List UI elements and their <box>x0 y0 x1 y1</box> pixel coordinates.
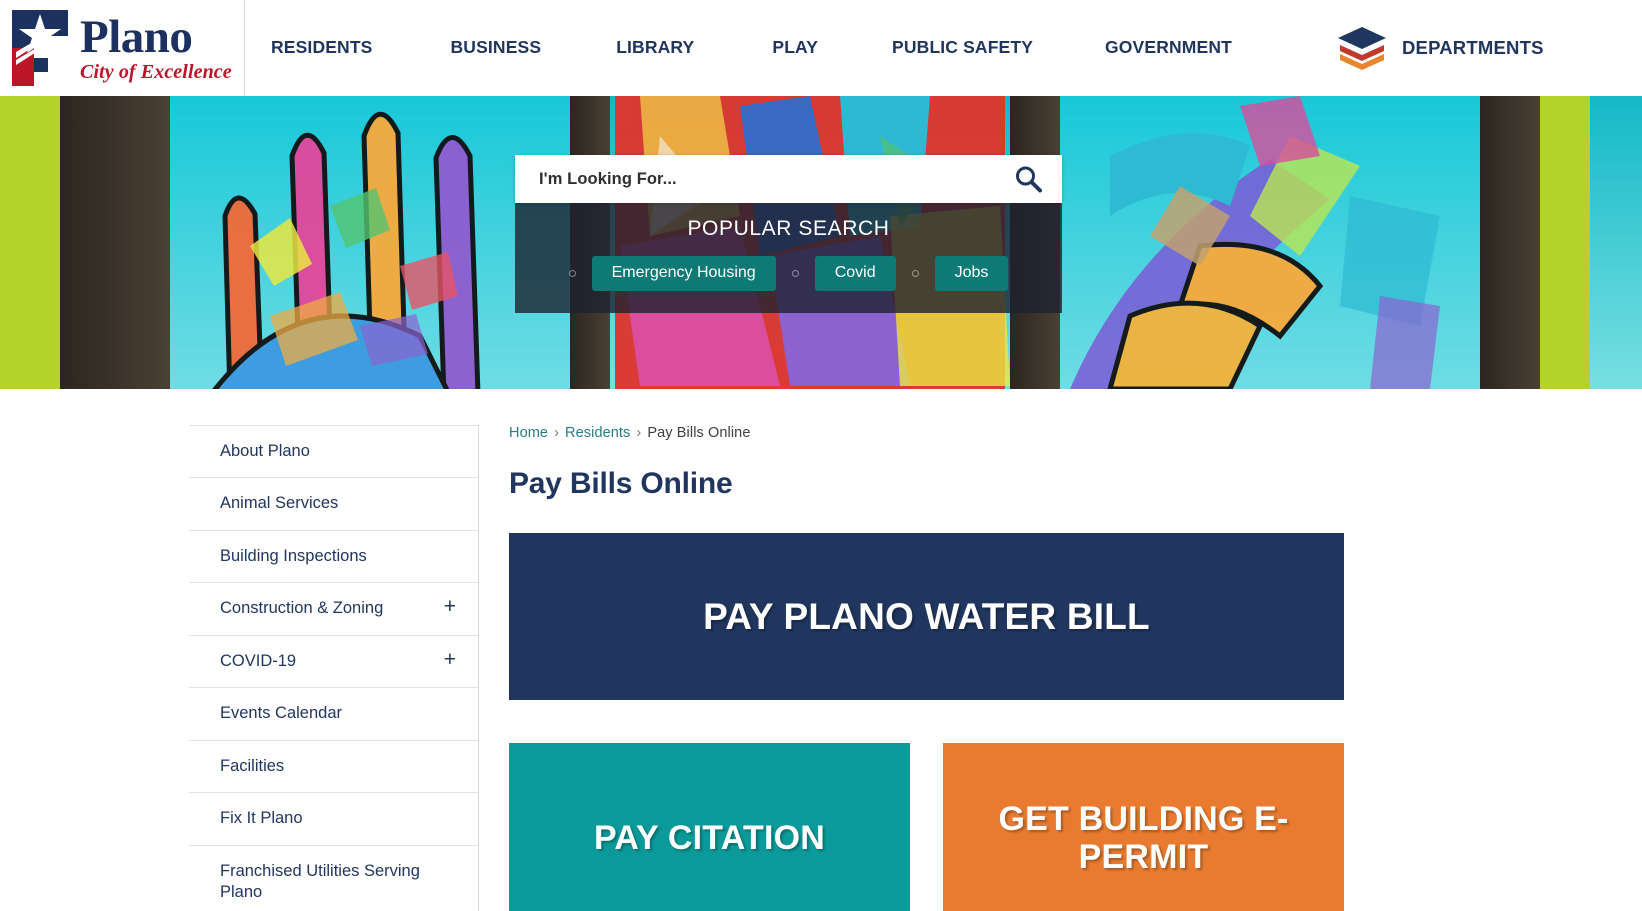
sidebar-item-label: Animal Services <box>220 494 339 513</box>
sidebar-item-franchised-utilities[interactable]: Franchised Utilities Serving Plano <box>189 844 478 911</box>
search-icon <box>1016 166 1042 193</box>
popular-search-title: POPULAR SEARCH <box>687 217 890 240</box>
departments-menu-button[interactable]: DEPARTMENTS <box>1334 25 1544 71</box>
breadcrumb-home[interactable]: Home <box>509 425 548 441</box>
card-pay-plano-water-bill[interactable]: PAY PLANO WATER BILL <box>509 533 1344 700</box>
nav-item-business[interactable]: BUSINESS <box>451 37 542 58</box>
tag-separator-dot <box>911 270 919 278</box>
sidebar-item-events-calendar[interactable]: Events Calendar <box>189 687 478 739</box>
expand-plus-icon[interactable]: + <box>444 649 462 670</box>
expand-plus-icon[interactable]: + <box>444 596 462 617</box>
section-sidebar: About Plano Animal Services Building Ins… <box>189 425 479 911</box>
sidebar-item-label: COVID-19 <box>220 651 297 670</box>
breadcrumb-current: Pay Bills Online <box>647 425 751 441</box>
site-logo[interactable]: Plano City of Excellence <box>0 0 245 96</box>
card-row: PAY CITATION GET BUILDING E-PERMIT <box>509 743 1344 911</box>
sidebar-item-covid-19[interactable]: COVID-19 + <box>189 634 478 687</box>
popular-search-tags: Emergency Housing Covid Jobs <box>515 256 1062 292</box>
breadcrumb: Home › Residents › Pay Bills Online <box>509 425 1344 441</box>
sidebar-item-label: Construction & Zoning <box>220 599 384 618</box>
logo-name: Plano <box>80 10 193 63</box>
popular-tag-covid[interactable]: Covid <box>814 256 896 292</box>
popular-search-panel: POPULAR SEARCH Emergency Housing Covid J… <box>515 203 1062 314</box>
breadcrumb-separator: › <box>636 425 642 441</box>
sidebar-item-label: Building Inspections <box>220 546 367 565</box>
page-title: Pay Bills Online <box>509 467 733 500</box>
sidebar-item-label: Franchised Utilities Serving Plano <box>220 861 420 901</box>
nav-item-library[interactable]: LIBRARY <box>616 37 694 58</box>
breadcrumb-residents[interactable]: Residents <box>565 425 630 441</box>
stacked-layers-icon <box>1337 26 1386 70</box>
nav-item-public-safety[interactable]: PUBLIC SAFETY <box>892 37 1033 58</box>
departments-label: DEPARTMENTS <box>1401 36 1544 58</box>
sidebar-item-construction-zoning[interactable]: Construction & Zoning + <box>189 582 478 634</box>
popular-tag-jobs[interactable]: Jobs <box>934 256 1009 292</box>
search-bar <box>515 155 1062 203</box>
popular-tag-emergency-housing[interactable]: Emergency Housing <box>591 256 776 292</box>
site-header: Plano City of Excellence RESIDENTS BUSIN… <box>0 0 1642 96</box>
sidebar-item-fix-it-plano[interactable]: Fix It Plano <box>189 792 478 844</box>
sidebar-item-about-plano[interactable]: About Plano <box>189 425 478 477</box>
plano-star-logo-icon <box>12 10 68 86</box>
breadcrumb-separator: › <box>554 425 560 441</box>
sidebar-item-label: Facilities <box>220 756 285 775</box>
nav-item-government[interactable]: GOVERNMENT <box>1105 37 1232 58</box>
page-body: About Plano Animal Services Building Ins… <box>0 389 1642 911</box>
tag-separator-dot <box>568 270 576 278</box>
nav-item-residents[interactable]: RESIDENTS <box>271 37 373 58</box>
card-pay-citation[interactable]: PAY CITATION <box>509 743 910 911</box>
sidebar-item-animal-services[interactable]: Animal Services <box>189 477 478 529</box>
sidebar-item-label: Fix It Plano <box>220 809 303 828</box>
sidebar-item-label: About Plano <box>220 442 310 460</box>
main-navigation: RESIDENTS BUSINESS LIBRARY PLAY PUBLIC S… <box>245 0 1642 95</box>
search-submit-button[interactable] <box>1008 159 1048 199</box>
logo-tagline: City of Excellence <box>80 61 232 84</box>
sidebar-item-building-inspections[interactable]: Building Inspections <box>189 529 478 582</box>
main-content: Home › Residents › Pay Bills Online Pay … <box>479 425 1384 911</box>
hero-banner: POPULAR SEARCH Emergency Housing Covid J… <box>0 96 1642 389</box>
hero-search-widget: POPULAR SEARCH Emergency Housing Covid J… <box>515 155 1062 314</box>
search-input[interactable] <box>539 169 1008 189</box>
logo-wordmark: Plano City of Excellence <box>80 10 232 84</box>
sidebar-item-facilities[interactable]: Facilities <box>189 739 478 792</box>
nav-item-play[interactable]: PLAY <box>772 37 818 58</box>
card-get-building-e-permit[interactable]: GET BUILDING E-PERMIT <box>943 743 1344 911</box>
sidebar-item-label: Events Calendar <box>220 704 342 723</box>
tag-separator-dot <box>791 270 799 278</box>
